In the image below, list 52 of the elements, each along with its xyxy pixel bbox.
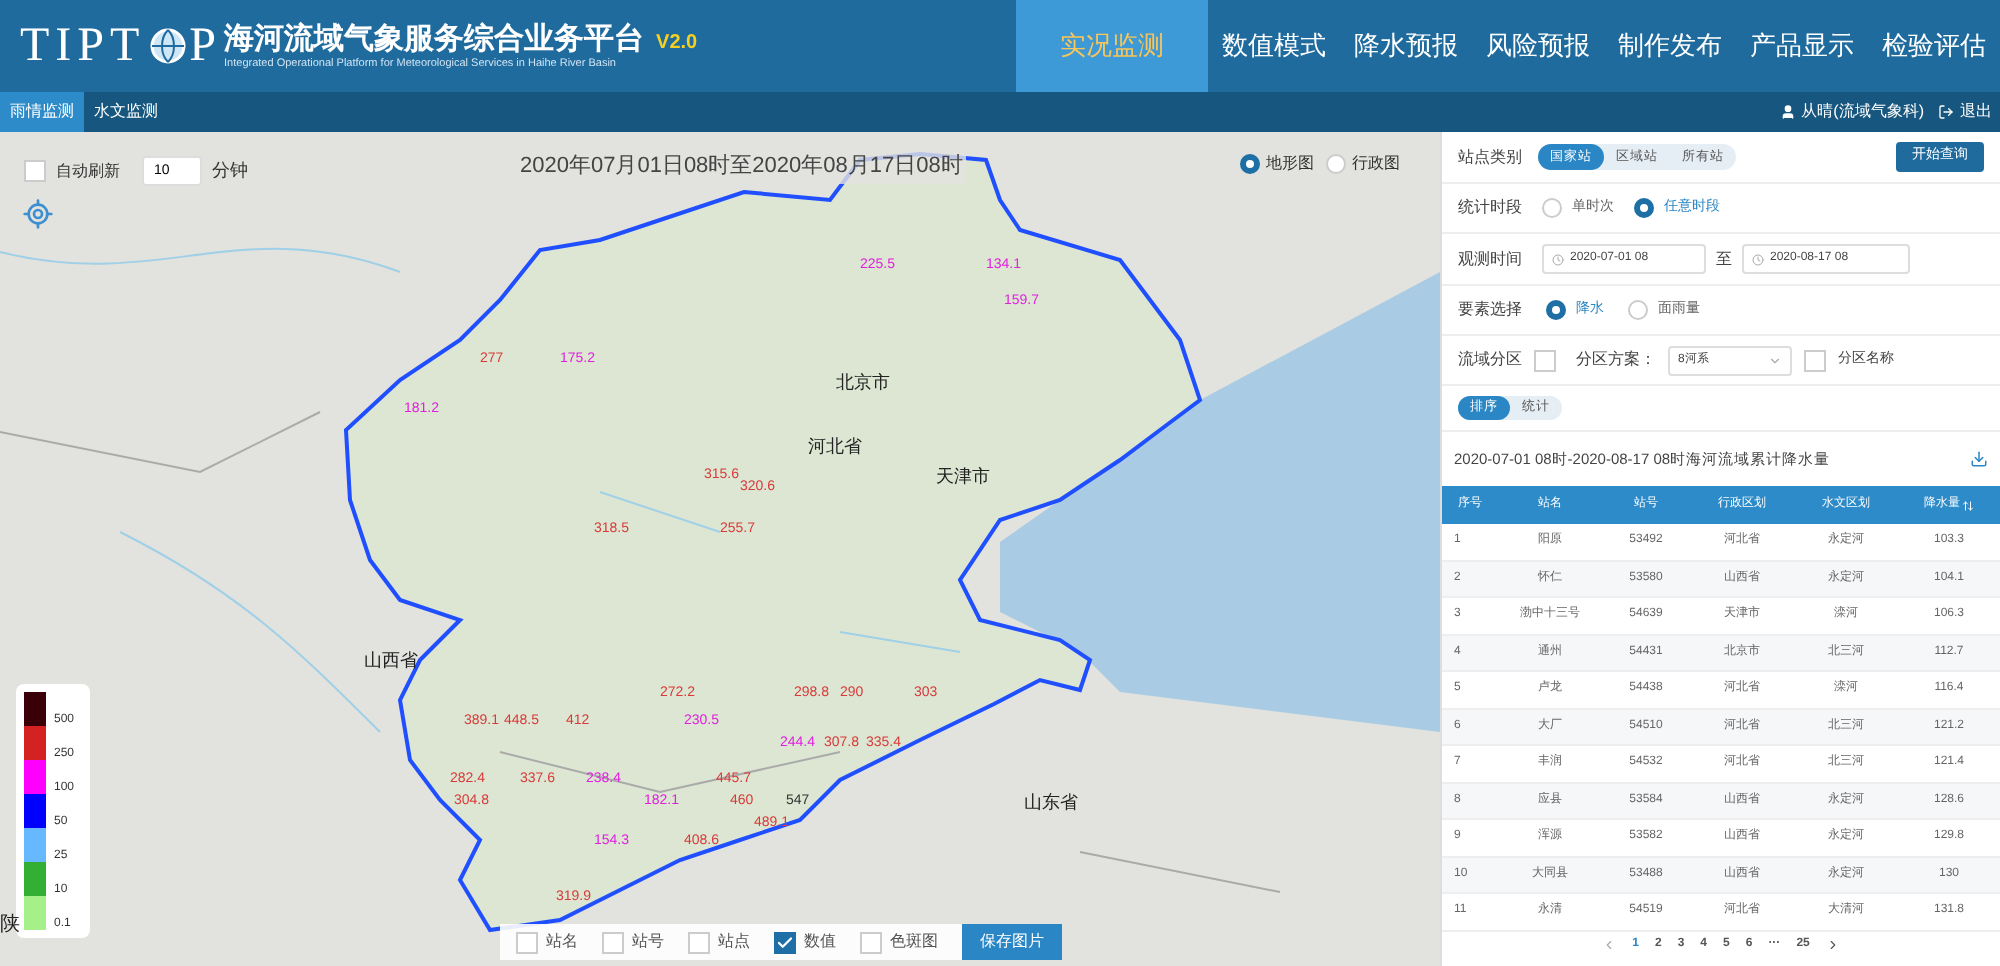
clock-icon xyxy=(1752,253,1764,265)
globe-icon xyxy=(149,28,186,64)
field-label: 观测时间 xyxy=(1458,247,1522,271)
checkbox[interactable] xyxy=(774,931,796,953)
field-label: 分区方案： xyxy=(1576,348,1656,372)
field-label: 要素选择 xyxy=(1458,298,1522,322)
option-label[interactable]: 色斑图 xyxy=(890,930,938,954)
logout-icon xyxy=(1938,104,1954,120)
version-label: V2.0 xyxy=(656,29,698,57)
nav-tab[interactable]: 制作发布 xyxy=(1604,0,1736,92)
region-label: 河北省 xyxy=(808,438,862,456)
locate-icon[interactable] xyxy=(22,198,54,230)
range-separator: 至 xyxy=(1716,247,1732,271)
chevron-down-icon xyxy=(1768,353,1782,367)
radio-button[interactable] xyxy=(1634,198,1654,218)
map-time-title: 2020年07月01日08时至2020年08月17日08时 xyxy=(516,150,967,183)
field-label: 站点类别 xyxy=(1458,145,1522,169)
option-label[interactable]: 站名 xyxy=(546,930,578,954)
logo-text: TIPT xyxy=(20,18,146,76)
region-label: 天津市 xyxy=(936,468,990,486)
layer-option[interactable]: 地形图 xyxy=(1266,152,1314,176)
user-name: 从晴(流域气象科) xyxy=(1801,100,1924,124)
next-page-icon[interactable] xyxy=(1825,938,1840,952)
clock-icon xyxy=(1552,253,1564,265)
field-label: 流域分区 xyxy=(1458,348,1522,372)
region-label: 北京市 xyxy=(836,374,890,392)
option-label[interactable]: 数值 xyxy=(804,930,836,954)
nav-tab[interactable]: 产品显示 xyxy=(1736,0,1868,92)
logo-text: P xyxy=(189,18,217,76)
option-label[interactable]: 站点 xyxy=(718,930,750,954)
layer-option[interactable]: 行政图 xyxy=(1352,152,1400,176)
sub-tab[interactable]: 水文监测 xyxy=(84,92,168,132)
region-label: 陕 xyxy=(0,911,20,940)
radio-button[interactable] xyxy=(1546,300,1566,320)
region-label: 山西省 xyxy=(364,652,418,670)
region-label: 山东省 xyxy=(1024,794,1078,812)
nav-tab[interactable]: 数值模式 xyxy=(1208,0,1340,92)
option-label[interactable]: 站号 xyxy=(632,930,664,954)
nav-tab[interactable]: 风险预报 xyxy=(1472,0,1604,92)
auto-refresh-label: 自动刷新 xyxy=(56,159,120,183)
sub-tab[interactable]: 雨情监测 xyxy=(0,92,84,132)
download-icon[interactable] xyxy=(1970,450,1988,468)
app-title: 海河流域气象服务综合业务平台 xyxy=(224,21,645,57)
nav-tab[interactable]: 降水预报 xyxy=(1340,0,1472,92)
sort-icon[interactable] xyxy=(1962,499,1974,511)
nav-tab[interactable]: 检验评估 xyxy=(1868,0,2000,92)
user-icon xyxy=(1779,104,1796,120)
save-image-button[interactable]: 保存图片 xyxy=(962,924,1062,960)
logout-link[interactable]: 退出 xyxy=(1960,100,1992,124)
interval-unit: 分钟 xyxy=(212,157,248,184)
previous-page-icon[interactable] xyxy=(1602,938,1617,952)
field-label: 统计时段 xyxy=(1458,196,1522,220)
